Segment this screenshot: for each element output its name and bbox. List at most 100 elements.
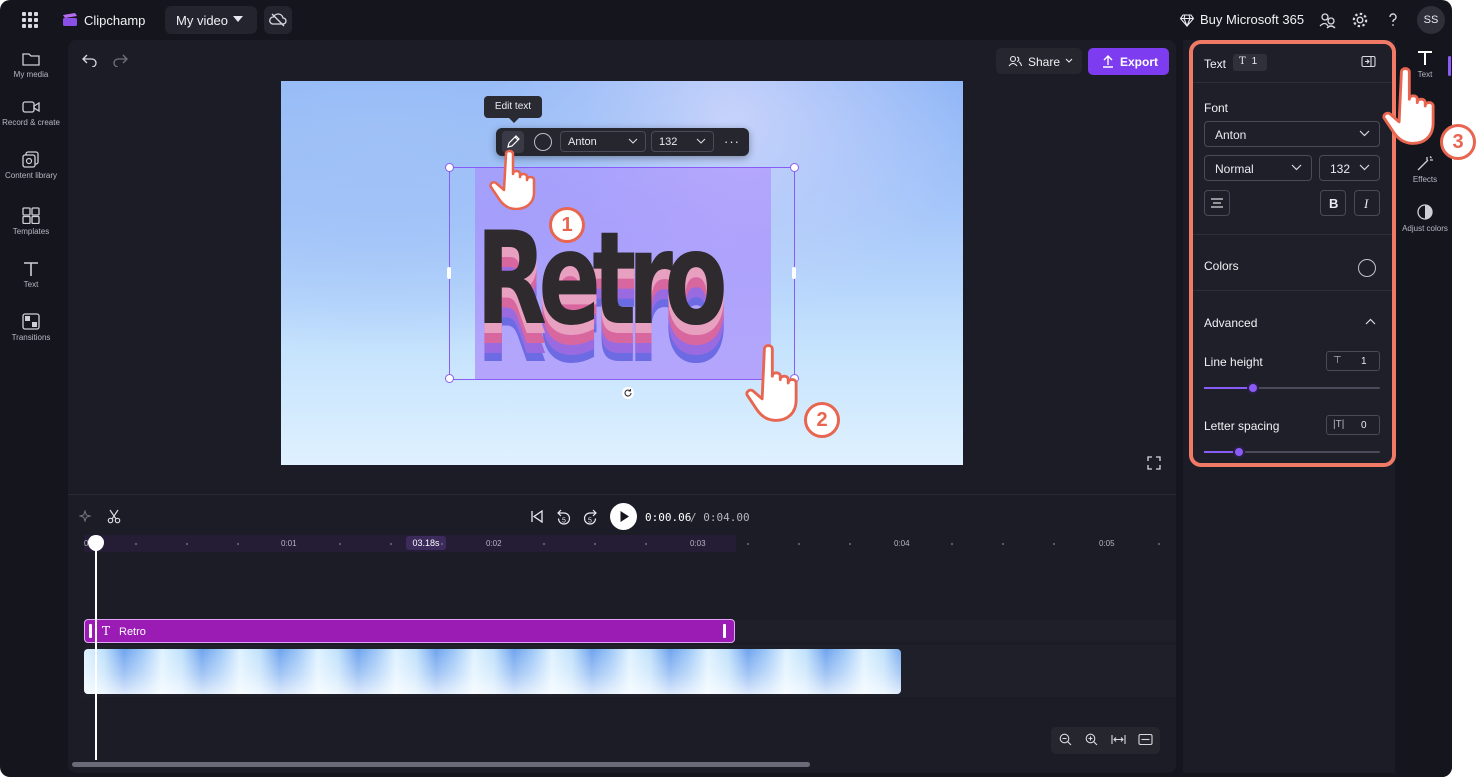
step-callout-2: 2 <box>804 402 840 438</box>
tick-mark <box>441 543 443 545</box>
line-height-input[interactable]: ⊤ 1 <box>1326 351 1380 371</box>
floating-font-dropdown[interactable]: Anton <box>560 131 646 152</box>
resize-handle-right[interactable] <box>792 267 796 279</box>
resize-handle-left[interactable] <box>447 267 451 279</box>
tick-label: 0:02 <box>486 539 502 548</box>
library-icon <box>22 151 39 168</box>
timeline-zoom-controls <box>1051 727 1160 754</box>
nav-item-content-library[interactable]: Content library <box>0 151 62 180</box>
chevron-down-icon <box>1359 130 1370 137</box>
text-align-button[interactable] <box>1204 190 1230 216</box>
user-avatar[interactable]: SS <box>1417 6 1445 34</box>
text-properties-panel: Text T1 Font Anton Normal 132 B I Colors <box>1189 40 1396 467</box>
svg-text:I: I <box>1363 196 1369 211</box>
tick-mark <box>237 543 239 545</box>
rail-item-effects[interactable]: Effects <box>1398 155 1452 184</box>
settings-gear-icon[interactable] <box>1351 11 1369 29</box>
timeline-horizontal-scrollbar[interactable] <box>72 762 810 767</box>
redo-icon[interactable] <box>112 53 128 67</box>
export-button[interactable]: Export <box>1088 48 1169 75</box>
italic-icon: I <box>1363 196 1369 211</box>
colors-label: Colors <box>1204 259 1239 273</box>
font-size-dropdown[interactable]: 132 <box>1319 155 1380 181</box>
text-layer-count: 1 <box>1251 56 1258 67</box>
fullscreen-icon[interactable] <box>1147 456 1161 470</box>
panel-divider <box>1193 290 1392 291</box>
timeline-view-icon[interactable] <box>1138 733 1153 749</box>
letter-spacing-slider-knob[interactable] <box>1233 446 1246 458</box>
nav-item-label: Templates <box>12 227 50 236</box>
chevron-up-icon[interactable] <box>1365 318 1376 325</box>
play-button[interactable] <box>610 503 637 530</box>
tick-mark <box>645 543 647 545</box>
scissors-icon[interactable] <box>107 509 121 524</box>
nav-item-transitions[interactable]: Transitions <box>0 313 62 342</box>
share-button[interactable]: Share <box>996 48 1082 74</box>
video-clip[interactable] <box>84 649 901 694</box>
floating-font-value: Anton <box>568 136 597 148</box>
letter-spacing-input[interactable]: |T| 0 <box>1326 415 1380 435</box>
share-people-icon[interactable] <box>1319 11 1337 29</box>
nav-item-templates[interactable]: Templates <box>0 207 62 236</box>
fit-to-width-icon[interactable] <box>1111 733 1126 749</box>
playhead-time-badge: 03.18s <box>406 536 446 550</box>
total-duration: / 0:04.00 <box>690 511 750 524</box>
nav-item-text[interactable]: Text <box>0 261 62 289</box>
app-launcher-icon[interactable] <box>22 12 38 28</box>
resize-handle-top-left[interactable] <box>445 163 454 172</box>
collapse-panel-icon[interactable] <box>1361 55 1376 68</box>
magic-wand-icon <box>1417 156 1433 171</box>
clip-trim-handle-left[interactable] <box>89 624 92 638</box>
diamond-icon <box>1179 14 1195 28</box>
export-label: Export <box>1120 55 1159 69</box>
tick-mark <box>543 543 545 545</box>
upload-icon <box>1103 55 1113 68</box>
sparkle-icon[interactable] <box>79 510 93 524</box>
nav-item-label: Transitions <box>11 333 51 342</box>
project-title-dropdown[interactable]: My video <box>165 6 257 34</box>
rewind-5-seconds-icon[interactable]: 5 <box>556 508 572 525</box>
top-bar: Clipchamp My video Buy Microsoft 365 SS <box>0 0 1452 40</box>
playhead-line[interactable] <box>95 544 97 760</box>
tick-mark <box>339 543 341 545</box>
font-style-dropdown[interactable]: Normal <box>1204 155 1312 181</box>
font-family-dropdown[interactable]: Anton <box>1204 121 1380 147</box>
help-icon[interactable] <box>1384 11 1402 29</box>
clipchamp-app: Clipchamp My video Buy Microsoft 365 SS … <box>0 0 1452 777</box>
nav-item-record-create[interactable]: Record & create <box>0 99 62 127</box>
buy-microsoft-365-link[interactable]: Buy Microsoft 365 <box>1179 12 1304 28</box>
undo-icon[interactable] <box>82 53 98 67</box>
cloud-sync-button[interactable] <box>264 6 292 34</box>
floating-size-dropdown[interactable]: 132 <box>651 131 714 152</box>
zoom-in-icon[interactable] <box>1085 733 1098 749</box>
more-options-icon[interactable]: ··· <box>724 134 740 149</box>
play-icon <box>620 511 629 522</box>
resize-handle-top-right[interactable] <box>790 163 799 172</box>
left-navigation: My media Record & create Content library… <box>0 40 62 777</box>
text-color-swatch[interactable] <box>1358 259 1376 277</box>
clip-trim-handle-right[interactable] <box>723 624 726 638</box>
tick-mark <box>747 543 749 545</box>
timeline-ruler[interactable]: 0 0:01 03.18s 0:02 0:03 0:04 0:05 <box>84 534 1176 552</box>
rail-item-adjust-colors[interactable]: Adjust colors <box>1398 203 1452 233</box>
text-clip-retro[interactable]: T Retro <box>84 619 735 643</box>
nav-item-my-media[interactable]: My media <box>0 51 62 79</box>
rotate-handle-icon[interactable] <box>621 386 635 400</box>
forward-5-seconds-icon[interactable]: 5 <box>582 508 598 525</box>
playback-controls: 5 5 0:00.06 / 0:04.00 <box>530 503 750 531</box>
resize-handle-bottom-left[interactable] <box>445 374 454 383</box>
line-height-slider[interactable] <box>1204 382 1380 394</box>
skip-to-start-icon[interactable] <box>530 510 544 523</box>
bold-button[interactable]: B <box>1320 190 1346 216</box>
chevron-down-icon <box>696 138 706 144</box>
tick-label: 0:05 <box>1099 539 1115 548</box>
line-height-slider-knob[interactable] <box>1247 382 1260 394</box>
zoom-out-icon[interactable] <box>1059 733 1072 749</box>
transitions-icon <box>22 313 40 330</box>
letter-spacing-slider[interactable] <box>1204 446 1380 458</box>
italic-button[interactable]: I <box>1354 190 1380 216</box>
nav-item-label: Record & create <box>2 118 60 127</box>
line-height-slider-fill <box>1204 387 1254 389</box>
caret-down-icon <box>233 16 243 22</box>
hand-pointer-icon <box>745 344 798 422</box>
